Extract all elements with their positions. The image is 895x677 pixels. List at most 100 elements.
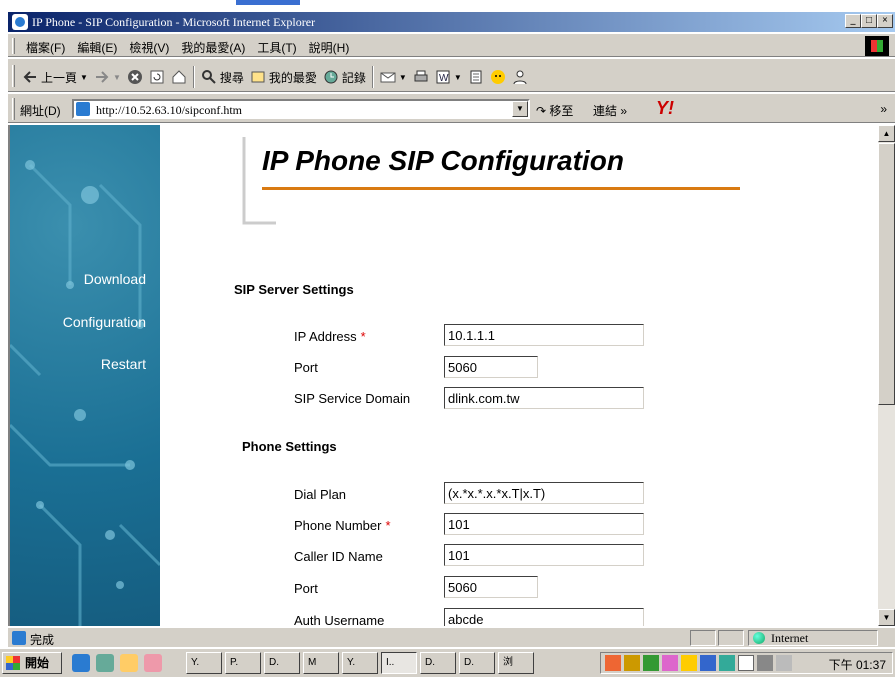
messenger-button[interactable] (490, 67, 506, 87)
home-icon (172, 70, 186, 84)
yahoo-logo-icon[interactable]: Y! (656, 98, 674, 119)
vertical-scrollbar[interactable]: ▲ ▼ (878, 125, 895, 626)
task-button[interactable]: 浏 (498, 652, 534, 674)
mail-icon (380, 72, 396, 83)
maximize-button[interactable]: □ (861, 14, 877, 28)
page-icon (76, 102, 90, 116)
auth-username-input[interactable] (444, 608, 644, 626)
search-button[interactable]: 搜尋 (201, 67, 244, 87)
go-button[interactable]: ↷ 移至 (536, 102, 573, 119)
standard-toolbar: 上一頁 ▼ ▼ 搜尋 我的最愛 記錄 ▼ W ▼ (8, 58, 895, 92)
tray-app-icon[interactable] (624, 655, 640, 671)
chevron-down-icon: ▼ (398, 72, 407, 82)
nav-configuration-link[interactable]: Configuration (63, 314, 146, 330)
menu-edit[interactable]: 編輯(E) (77, 39, 117, 56)
sip-domain-label: SIP Service Domain (294, 391, 411, 406)
accent-bar (236, 0, 300, 5)
tray-app-icon[interactable] (776, 655, 792, 671)
tray-app-icon[interactable] (757, 655, 773, 671)
sip-server-heading: SIP Server Settings (234, 282, 354, 297)
security-zone: Internet (748, 630, 878, 646)
tray-app-icon[interactable] (643, 655, 659, 671)
task-button[interactable]: P. (225, 652, 261, 674)
dial-plan-label: Dial Plan (294, 487, 347, 502)
task-button[interactable]: D. (459, 652, 495, 674)
address-url: http://10.52.63.10/sipconf.htm (96, 103, 242, 117)
menu-file[interactable]: 檔案(F) (26, 39, 65, 56)
tray-app-icon[interactable] (738, 655, 754, 671)
sip-domain-input[interactable] (444, 387, 644, 409)
menu-tools[interactable]: 工具(T) (257, 39, 296, 56)
go-arrow-icon: ↷ (536, 104, 547, 118)
tray-app-icon[interactable] (662, 655, 678, 671)
favorites-icon (251, 71, 265, 83)
search-label: 搜尋 (219, 70, 244, 85)
ip-address-input[interactable] (444, 324, 644, 346)
page-title: IP Phone SIP Configuration (262, 145, 624, 176)
toolbar-separator (371, 66, 374, 88)
menu-favorites[interactable]: 我的最愛(A) (181, 39, 245, 56)
yahoo-face-icon (490, 70, 505, 84)
grip-handle[interactable] (12, 65, 15, 87)
close-button[interactable]: × (877, 14, 893, 28)
scroll-thumb[interactable] (878, 143, 895, 405)
more-chevron-icon[interactable]: » (880, 102, 887, 116)
edit-button[interactable]: W ▼ (435, 67, 462, 87)
history-button[interactable]: 記錄 (323, 67, 366, 87)
tray-app-icon[interactable] (719, 655, 735, 671)
caller-id-input[interactable] (444, 544, 644, 566)
phone-port-label: Port (294, 581, 318, 596)
address-input[interactable]: http://10.52.63.10/sipconf.htm ▼ (72, 99, 530, 119)
chevron-down-icon[interactable]: ▼ (512, 101, 528, 117)
nav-restart-link[interactable]: Restart (101, 356, 146, 372)
status-cell (718, 630, 744, 646)
required-marker: * (360, 329, 366, 344)
ip-address-label-text: IP Address (294, 329, 357, 344)
grip-handle[interactable] (12, 98, 15, 120)
task-button[interactable]: Y. (186, 652, 222, 674)
scroll-up-arrow-icon[interactable]: ▲ (878, 125, 895, 142)
home-button[interactable] (171, 67, 187, 87)
forward-button[interactable]: ▼ (94, 67, 121, 87)
refresh-button[interactable] (149, 67, 165, 87)
taskbar: 開始 Y. P. D. M Y. I.. D. D. 浏 下午 01:37 (0, 648, 895, 677)
sip-port-label: Port (294, 360, 318, 375)
circuit-pattern-icon (10, 160, 160, 626)
mail-button[interactable]: ▼ (380, 67, 407, 87)
ie-icon (12, 14, 28, 30)
task-button[interactable]: D. (420, 652, 456, 674)
stop-button[interactable] (127, 67, 143, 87)
svg-text:W: W (439, 73, 449, 84)
ie-quicklaunch-icon[interactable] (72, 654, 90, 672)
phone-number-input[interactable] (444, 513, 644, 535)
grip-handle[interactable] (12, 38, 15, 54)
links-button[interactable]: 連結 » (593, 102, 627, 119)
forward-arrow-icon (95, 71, 109, 83)
print-button[interactable] (413, 67, 429, 87)
task-button-active[interactable]: I.. (381, 652, 417, 674)
dial-plan-input[interactable] (444, 482, 644, 504)
minimize-button[interactable]: _ (845, 14, 861, 28)
stop-icon (127, 70, 142, 84)
scroll-down-arrow-icon[interactable]: ▼ (878, 609, 895, 626)
input-method-icon[interactable] (700, 655, 716, 671)
app-quicklaunch-icon[interactable] (144, 654, 162, 672)
tray-app-icon[interactable] (681, 655, 697, 671)
desktop-icon[interactable] (96, 654, 114, 672)
task-button[interactable]: Y. (342, 652, 378, 674)
outlook-icon[interactable] (120, 654, 138, 672)
back-button[interactable]: 上一頁 ▼ (22, 67, 88, 87)
page-done-icon (12, 631, 26, 645)
start-button[interactable]: 開始 (2, 652, 62, 674)
task-button[interactable]: M (303, 652, 339, 674)
task-button[interactable]: D. (264, 652, 300, 674)
discuss-button[interactable] (468, 67, 484, 87)
phone-port-input[interactable] (444, 576, 538, 598)
menu-help[interactable]: 說明(H) (309, 39, 350, 56)
contacts-button[interactable] (512, 67, 528, 87)
nav-download-link[interactable]: Download (84, 271, 146, 287)
menu-view[interactable]: 檢視(V) (129, 39, 169, 56)
favorites-button[interactable]: 我的最愛 (250, 67, 317, 87)
sip-port-input[interactable] (444, 356, 538, 378)
tray-app-icon[interactable] (605, 655, 621, 671)
